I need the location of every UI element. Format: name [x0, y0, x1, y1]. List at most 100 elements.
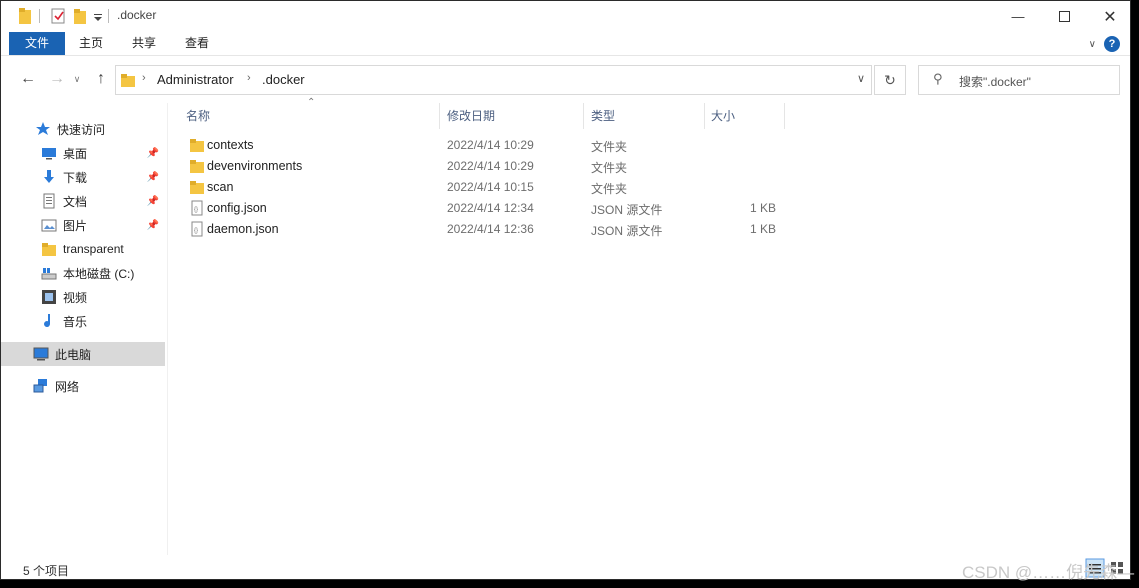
folder-icon — [42, 243, 56, 256]
sidebar-item-network[interactable]: 网络 — [1, 374, 165, 398]
file-name: daemon.json — [207, 222, 279, 236]
tab-share[interactable]: 共享 — [122, 32, 166, 55]
pin-icon[interactable]: 📌 — [147, 148, 159, 159]
column-header-type[interactable]: 类型 — [591, 103, 704, 129]
maximize-button[interactable] — [1041, 1, 1087, 32]
sidebar-item-transparent[interactable]: transparent — [1, 237, 165, 261]
file-list: ⌃ 名称 修改日期 类型 大小 contexts 2022/4/14 10:29… — [168, 97, 1130, 555]
sidebar-item-music[interactable]: 音乐 — [1, 309, 165, 333]
file-modified: 2022/4/14 10:29 — [447, 138, 534, 152]
window-title: .docker — [117, 8, 157, 22]
file-type: 文件夹 — [591, 182, 628, 196]
column-header-size[interactable]: 大小 — [711, 103, 784, 129]
breadcrumb-administrator[interactable]: Administrator — [157, 72, 234, 87]
column-header-name[interactable]: 名称 — [186, 103, 439, 129]
breadcrumb-separator-icon[interactable]: › — [142, 72, 146, 84]
tab-file[interactable]: 文件 — [9, 32, 65, 55]
video-icon — [42, 290, 56, 304]
refresh-button[interactable]: ↻ — [874, 65, 906, 95]
expand-ribbon-icon[interactable]: ∨ — [1089, 39, 1096, 50]
file-row-scan[interactable]: scan 2022/4/14 10:15 文件夹 — [186, 177, 786, 198]
pin-icon[interactable]: 📌 — [147, 196, 159, 207]
file-modified: 2022/4/14 12:36 — [447, 222, 534, 236]
file-row-contexts[interactable]: contexts 2022/4/14 10:29 文件夹 — [186, 135, 786, 156]
column-divider[interactable] — [439, 103, 440, 129]
item-count: 5 个项目 — [23, 564, 70, 578]
file-name: devenvironments — [207, 159, 303, 173]
watermark: CSDN @……倪先森— — [962, 563, 1135, 582]
file-modified: 2022/4/14 10:15 — [447, 180, 534, 194]
chevron-down-icon: ∨ — [73, 74, 81, 84]
customize-toolbar-icon[interactable] — [93, 7, 103, 25]
file-name: config.json — [207, 201, 267, 215]
file-size: 1 KB — [750, 201, 777, 215]
maximize-icon — [1058, 11, 1070, 22]
sidebar-item-local-disk[interactable]: 本地磁盘 (C:) — [1, 261, 165, 285]
file-size: 1 KB — [750, 222, 777, 236]
file-name: scan — [207, 180, 234, 194]
column-header-modified[interactable]: 修改日期 — [447, 103, 583, 129]
column-divider[interactable] — [704, 103, 705, 129]
status-bar: 5 个项目 — [1, 556, 1130, 580]
pictures-icon — [41, 219, 57, 232]
search-icon: ⚲ — [933, 71, 943, 86]
sidebar-item-quick-access[interactable]: 快速访问 — [1, 117, 165, 141]
svg-text:{}: {} — [194, 228, 198, 234]
help-button[interactable]: ? — [1104, 36, 1120, 52]
back-button[interactable]: ← — [18, 69, 38, 89]
breadcrumb-docker[interactable]: .docker — [262, 72, 305, 87]
sidebar-item-pictures[interactable]: 图片 📌 — [1, 213, 165, 237]
address-history-icon[interactable]: ∨ — [857, 72, 865, 85]
computer-icon — [33, 347, 49, 361]
file-row-devenvironments[interactable]: devenvironments 2022/4/14 10:29 文件夹 — [186, 156, 786, 177]
up-button[interactable]: ↑ — [91, 69, 111, 89]
breadcrumb-separator-icon[interactable]: › — [247, 72, 251, 84]
music-icon — [44, 314, 51, 328]
folder-icon — [121, 74, 135, 87]
recent-locations-button[interactable]: ∨ — [71, 69, 83, 89]
tab-view[interactable]: 查看 — [175, 32, 219, 55]
forward-button[interactable]: → — [47, 69, 67, 89]
close-icon: ✕ — [1103, 8, 1117, 26]
pin-icon[interactable]: 📌 — [147, 220, 159, 231]
column-divider[interactable] — [784, 103, 785, 129]
new-folder-icon[interactable] — [73, 7, 87, 25]
file-name: contexts — [207, 138, 254, 152]
file-type: 文件夹 — [591, 140, 628, 154]
sidebar-item-videos[interactable]: 视频 — [1, 285, 165, 309]
folder-icon — [190, 139, 204, 152]
explorer-window: .docker — ✕ 文件 主页 共享 查看 ∨ ? ← → ∨ ↑ › Ad… — [0, 0, 1131, 580]
svg-text:{}: {} — [194, 207, 198, 213]
refresh-icon: ↻ — [884, 72, 896, 88]
arrow-right-icon: → — [49, 70, 65, 87]
arrow-left-icon: ← — [20, 70, 36, 87]
file-modified: 2022/4/14 12:34 — [447, 201, 534, 215]
tab-home[interactable]: 主页 — [69, 32, 113, 55]
column-divider[interactable] — [583, 103, 584, 129]
sidebar-item-downloads[interactable]: 下载 📌 — [1, 165, 165, 189]
search-box[interactable]: ⚲ 搜索".docker" — [918, 65, 1120, 95]
close-button[interactable]: ✕ — [1087, 1, 1133, 32]
ribbon-tabs: 文件 主页 共享 查看 ∨ ? — [1, 32, 1130, 56]
address-bar[interactable]: › Administrator › .docker ∨ — [115, 65, 872, 95]
file-type: 文件夹 — [591, 161, 628, 175]
pin-icon[interactable]: 📌 — [147, 172, 159, 183]
file-row-daemon-json[interactable]: {} daemon.json 2022/4/14 12:36 JSON 源文件 … — [186, 219, 786, 240]
sidebar-item-documents[interactable]: 文档 📌 — [1, 189, 165, 213]
download-icon — [44, 170, 54, 183]
arrow-up-icon: ↑ — [97, 70, 105, 87]
network-icon — [33, 379, 47, 393]
properties-icon[interactable] — [50, 7, 66, 25]
json-file-icon: {} — [191, 200, 203, 216]
file-type: JSON 源文件 — [591, 203, 663, 217]
file-row-config-json[interactable]: {} config.json 2022/4/14 12:34 JSON 源文件 … — [186, 198, 786, 219]
folder-icon — [190, 160, 204, 173]
navigation-pane: 快速访问 桌面 📌 下载 📌 文档 📌 图片 📌 transparent 本地磁… — [1, 103, 167, 555]
drive-icon — [41, 268, 57, 280]
sidebar-item-desktop[interactable]: 桌面 📌 — [1, 141, 165, 165]
documents-icon — [43, 193, 55, 209]
minimize-button[interactable]: — — [995, 1, 1041, 32]
sidebar-item-this-pc[interactable]: 此电脑 — [1, 342, 165, 366]
search-placeholder: 搜索".docker" — [959, 75, 1031, 89]
title-bar: .docker — ✕ — [1, 1, 1130, 32]
